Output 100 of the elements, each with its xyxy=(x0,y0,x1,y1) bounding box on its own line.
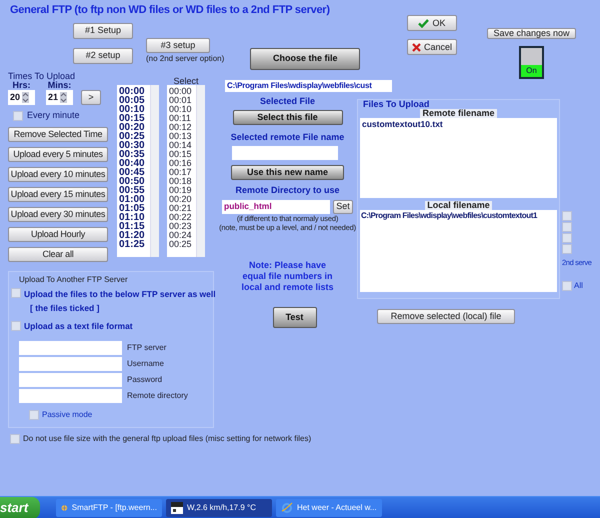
time-item[interactable]: 00:25 xyxy=(169,240,196,249)
time-item[interactable]: 00:12 xyxy=(169,123,196,132)
toggle-switch[interactable]: On xyxy=(519,46,544,79)
scrollbar[interactable] xyxy=(196,85,205,257)
save-button[interactable]: Save changes now xyxy=(487,28,576,39)
use-name-button[interactable]: Use this new name xyxy=(231,165,344,180)
time-item[interactable]: 00:21 xyxy=(169,204,196,213)
schedule-button[interactable]: Upload every 30 minutes xyxy=(8,206,108,222)
field-label: Password xyxy=(127,374,162,386)
time-item[interactable]: 00:05 xyxy=(119,96,150,105)
time-item[interactable]: 00:23 xyxy=(169,222,196,231)
time-item[interactable]: 00:22 xyxy=(169,213,196,222)
setup-button[interactable]: #1 Setup xyxy=(73,22,133,38)
time-item[interactable]: 01:15 xyxy=(119,222,150,231)
time-item[interactable]: 00:00 xyxy=(119,87,150,96)
minutes-label: Mins: xyxy=(48,81,72,90)
time-item[interactable]: 00:13 xyxy=(169,132,196,141)
field-label: FTP server xyxy=(127,342,166,354)
schedule-button[interactable]: Upload every 10 minutes xyxy=(8,166,108,182)
time-item[interactable]: 01:25 xyxy=(119,240,150,249)
choose-file-button[interactable]: Choose the file xyxy=(250,48,360,70)
selected-file-label: Selected File xyxy=(260,95,316,108)
local-header: Local filename xyxy=(425,201,492,210)
time-item[interactable]: 00:14 xyxy=(169,141,196,150)
close-icon xyxy=(412,42,421,52)
time-item[interactable]: 00:15 xyxy=(119,114,150,123)
time-item[interactable]: 00:16 xyxy=(169,159,196,168)
remove-file-button[interactable]: Remove selected (local) file xyxy=(377,309,515,324)
input-field[interactable] xyxy=(19,372,122,387)
time-item[interactable]: 00:20 xyxy=(119,123,150,132)
time-item[interactable]: 01:05 xyxy=(119,204,150,213)
schedule-button[interactable]: Clear all xyxy=(8,246,108,262)
input-field[interactable] xyxy=(19,340,122,355)
checkbox[interactable] xyxy=(10,434,20,444)
checkbox[interactable] xyxy=(562,281,572,292)
time-item[interactable]: 00:35 xyxy=(119,150,150,159)
time-item[interactable]: 01:00 xyxy=(119,195,150,204)
taskbar-button[interactable]: Het weer - Actueel w... xyxy=(276,498,382,516)
remote-dir-label: Remote Directory to use xyxy=(235,184,340,197)
remote-file-item[interactable]: customtextout10.txt xyxy=(362,118,555,131)
time-item[interactable]: 01:10 xyxy=(119,213,150,222)
time-item[interactable]: 00:40 xyxy=(119,159,150,168)
input-field[interactable] xyxy=(19,356,122,371)
add-time-button[interactable]: > xyxy=(81,90,101,105)
setup-button[interactable]: #2 setup xyxy=(73,48,133,64)
checkbox[interactable] xyxy=(11,288,21,298)
spin-arrows-icon[interactable] xyxy=(60,92,68,103)
time-item[interactable]: 00:15 xyxy=(169,150,196,159)
spinner-field[interactable]: 21 xyxy=(46,90,73,105)
time-item[interactable]: 00:17 xyxy=(169,168,196,177)
cancel-button[interactable]: Cancel xyxy=(407,39,457,55)
checkbox[interactable] xyxy=(562,244,572,254)
taskbar-button[interactable]: W,2.6 km/h,17.9 °C xyxy=(166,498,272,516)
text-format-label: Upload as a text file format xyxy=(24,320,133,333)
time-item[interactable]: 00:50 xyxy=(119,177,150,186)
remote-dir-field[interactable]: public_html xyxy=(222,200,330,214)
checkbox[interactable] xyxy=(562,211,572,221)
set-button[interactable]: Set xyxy=(333,200,353,214)
file-path-field[interactable]: C:\Program Files\wdisplay\webfiles\cust xyxy=(225,80,392,92)
time-item[interactable]: 00:30 xyxy=(119,141,150,150)
time-item[interactable]: 00:24 xyxy=(169,231,196,240)
setup-note: (no 2nd server option) xyxy=(146,52,224,64)
time-item[interactable]: 00:11 xyxy=(169,114,196,123)
checkbox[interactable] xyxy=(562,222,572,232)
time-item[interactable]: 01:20 xyxy=(119,231,150,240)
spinner-field[interactable]: 20 xyxy=(8,90,35,105)
schedule-button[interactable]: Upload Hourly xyxy=(8,226,108,242)
test-button[interactable]: Test xyxy=(272,306,316,328)
scrollbar[interactable] xyxy=(150,85,159,257)
ok-button[interactable]: OK xyxy=(407,15,457,31)
setup-button[interactable]: #3 setup xyxy=(146,38,210,52)
time-item[interactable]: 00:10 xyxy=(119,105,150,114)
time-item[interactable]: 00:20 xyxy=(169,195,196,204)
remote-name-field[interactable] xyxy=(232,146,338,160)
field-label: Username xyxy=(127,358,164,370)
times-label: Times To Upload xyxy=(8,72,76,81)
schedule-button[interactable]: Upload every 5 minutes xyxy=(8,146,108,162)
checkbox[interactable] xyxy=(13,110,23,121)
checkbox[interactable] xyxy=(562,233,572,243)
time-item[interactable]: 00:01 xyxy=(169,96,196,105)
local-file-item[interactable]: C:\Program Files\wdisplay\webfiles\customtextout1 xyxy=(361,210,556,222)
schedule-button[interactable]: Remove Selected Time xyxy=(8,126,108,142)
spin-arrows-icon[interactable] xyxy=(22,92,30,103)
time-item[interactable]: 00:25 xyxy=(119,132,150,141)
browser-icon xyxy=(281,502,293,514)
schedule-button[interactable]: Upload every 15 minutes xyxy=(8,186,108,202)
time-item[interactable]: 00:45 xyxy=(119,168,150,177)
checkbox[interactable] xyxy=(11,321,21,332)
input-field[interactable] xyxy=(19,388,122,403)
taskbar-button[interactable]: SmartFTP - [ftp.weern... xyxy=(56,498,162,516)
select-file-button[interactable]: Select this file xyxy=(232,110,342,124)
time-item[interactable]: 00:18 xyxy=(169,177,196,186)
time-item[interactable]: 00:00 xyxy=(169,87,196,96)
time-item[interactable]: 00:19 xyxy=(169,186,196,195)
equal-files-note: Note: Please have equal file numbers in local and remote lists xyxy=(240,260,335,292)
checkbox[interactable] xyxy=(29,410,39,420)
upload-check-label: Upload the files to the below FTP server as well xyxy=(24,288,216,300)
time-item[interactable]: 00:55 xyxy=(119,186,150,195)
time-item[interactable]: 00:10 xyxy=(169,105,196,114)
passive-mode-label: Passive mode xyxy=(42,408,92,421)
